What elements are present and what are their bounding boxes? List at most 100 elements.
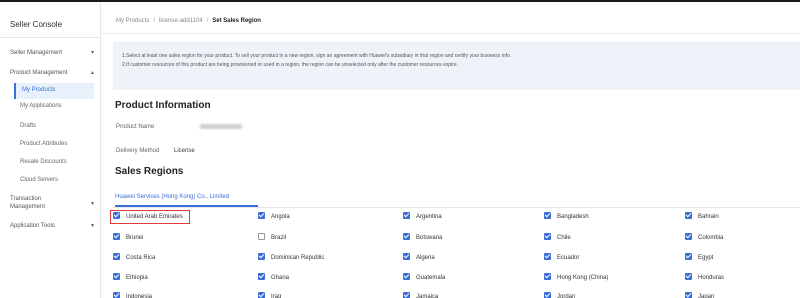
region-checkbox[interactable]: Algeria [403, 253, 435, 262]
delivery-method-value: License [174, 148, 195, 154]
sidebar-subitem-product-attributes[interactable]: Product Attributes [20, 141, 67, 147]
breadcrumb-current: Set Sales Region [212, 18, 261, 24]
region-label: Japan [698, 294, 715, 298]
sales-regions-heading: Sales Regions [115, 166, 184, 177]
header-divider [101, 33, 800, 34]
breadcrumb: My Products / license-add1104/Set Sales Re… [116, 18, 261, 24]
chevron-down-icon: ▾ [90, 201, 94, 207]
sidebar-item-label: Product Management [10, 70, 68, 76]
region-checkbox[interactable]: Hong Kong (China) [544, 273, 608, 282]
breadcrumb-separator: / [206, 18, 209, 24]
checkbox-checked-icon[interactable] [258, 212, 265, 219]
checkbox-checked-icon[interactable] [685, 253, 692, 260]
region-checkbox[interactable]: Bahrain [685, 212, 719, 221]
checkbox-checked-icon[interactable] [113, 292, 120, 298]
product-name-label: Product Name [116, 124, 155, 130]
region-checkbox[interactable]: Guatemala [403, 273, 445, 282]
checkbox-checked-icon[interactable] [258, 253, 265, 260]
region-label: Honduras [698, 275, 725, 281]
checkbox-checked-icon[interactable] [403, 212, 410, 219]
checkbox-checked-icon[interactable] [403, 292, 410, 298]
region-checkbox[interactable]: Dominican Republic [258, 253, 324, 262]
top-border [0, 0, 800, 2]
region-checkbox[interactable]: Egypt [685, 253, 713, 262]
region-label: Guatemala [416, 275, 446, 281]
region-checkbox[interactable]: Honduras [685, 273, 724, 282]
notice-line-1: 1.Select at least one sales region for y… [122, 53, 512, 59]
region-label: Jordan [557, 294, 576, 298]
sidebar-subitem-my-products[interactable]: My Products [14, 83, 94, 99]
region-checkbox[interactable]: Jamaica [403, 292, 438, 298]
checkbox-checked-icon[interactable] [544, 212, 551, 219]
region-checkbox[interactable]: Indonesia [113, 292, 152, 298]
checkbox-checked-icon[interactable] [258, 292, 265, 298]
sidebar-subitem-cloud-servers[interactable]: Cloud Servers [20, 177, 58, 183]
region-checkbox[interactable]: Brunei [113, 233, 143, 242]
region-label: Ghana [271, 275, 290, 281]
breadcrumb-product[interactable]: license-add1104 [159, 18, 203, 24]
product-info-heading: Product Information [115, 100, 211, 111]
region-label: Egypt [698, 255, 714, 261]
region-checkbox[interactable]: Costa Rica [113, 253, 155, 262]
region-label: Brunei [126, 235, 144, 241]
sidebar-title: Seller Console [10, 20, 63, 29]
sidebar-item-label: Transaction Management [10, 196, 46, 210]
region-checkbox[interactable]: Angola [258, 212, 290, 221]
region-checkbox[interactable]: Japan [685, 292, 714, 298]
checkbox-checked-icon[interactable] [544, 292, 551, 298]
region-checkbox[interactable]: Chile [544, 233, 571, 242]
region-label: Ecuador [557, 255, 580, 261]
chevron-down-icon: ▾ [90, 50, 94, 56]
checkbox-checked-icon[interactable] [685, 233, 692, 240]
delivery-method-label: Delivery Method [116, 148, 160, 154]
highlight-box [110, 210, 190, 224]
checkbox-checked-icon[interactable] [685, 212, 692, 219]
region-checkbox[interactable]: Bangladesh [544, 212, 589, 221]
region-label: Costa Rica [126, 255, 156, 261]
breadcrumb-separator: / [153, 18, 156, 24]
sidebar-item-product-management[interactable]: Product Management ▴ [10, 69, 96, 77]
sidebar-subitem-resale-discounts[interactable]: Resale Discounts [20, 159, 67, 165]
chevron-down-icon: ▾ [90, 223, 94, 229]
sidebar-subitem-drafts[interactable]: Drafts [20, 123, 36, 129]
region-checkbox[interactable]: Argentina [403, 212, 442, 221]
region-label: Bahrain [698, 214, 719, 220]
checkbox-unchecked-icon[interactable] [258, 233, 265, 240]
region-checkbox[interactable]: Brazil [258, 233, 286, 242]
sidebar-divider [0, 37, 101, 38]
checkbox-checked-icon[interactable] [113, 273, 120, 280]
sidebar-item-transaction-management[interactable]: Transaction Management [10, 195, 70, 211]
sidebar-item-label: Seller Management [10, 50, 63, 56]
region-checkbox[interactable]: Ethiopia [113, 273, 148, 282]
checkbox-checked-icon[interactable] [685, 273, 692, 280]
checkbox-checked-icon[interactable] [685, 292, 692, 298]
sidebar: Seller Console Seller Management ▾ Produ… [0, 2, 101, 298]
region-checkbox[interactable]: Ghana [258, 273, 289, 282]
sidebar-subitem-label: My Products [22, 87, 56, 93]
region-label: Bangladesh [557, 214, 589, 220]
checkbox-checked-icon[interactable] [403, 233, 410, 240]
checkbox-checked-icon[interactable] [113, 233, 120, 240]
region-checkbox[interactable]: Colombia [685, 233, 723, 242]
checkbox-checked-icon[interactable] [544, 233, 551, 240]
tab-huawei-hong-kong[interactable]: Huawei Services (Hong Kong) Co., Limited [115, 194, 229, 200]
checkbox-checked-icon[interactable] [403, 273, 410, 280]
breadcrumb-my-products[interactable]: My Products [116, 18, 149, 24]
region-label: Dominican Republic [271, 255, 325, 261]
checkbox-checked-icon[interactable] [544, 253, 551, 260]
checkbox-checked-icon[interactable] [258, 273, 265, 280]
sidebar-item-seller-management[interactable]: Seller Management ▾ [10, 49, 96, 57]
info-notice: 1.Select at least one sales region for y… [113, 42, 800, 90]
region-checkbox[interactable]: Iraq [258, 292, 281, 298]
sidebar-subitem-my-applications[interactable]: My Applications [20, 103, 62, 109]
checkbox-checked-icon[interactable] [544, 273, 551, 280]
region-label: Indonesia [126, 294, 153, 298]
region-checkbox[interactable]: Jordan [544, 292, 575, 298]
region-checkbox[interactable]: Botswana [403, 233, 442, 242]
region-checkbox[interactable]: Ecuador [544, 253, 579, 262]
sidebar-item-application-tools[interactable]: Application Tools ▾ [10, 222, 96, 230]
chevron-up-icon: ▴ [90, 70, 94, 76]
checkbox-checked-icon[interactable] [113, 253, 120, 260]
sidebar-item-label: Application Tools [10, 223, 55, 229]
checkbox-checked-icon[interactable] [403, 253, 410, 260]
